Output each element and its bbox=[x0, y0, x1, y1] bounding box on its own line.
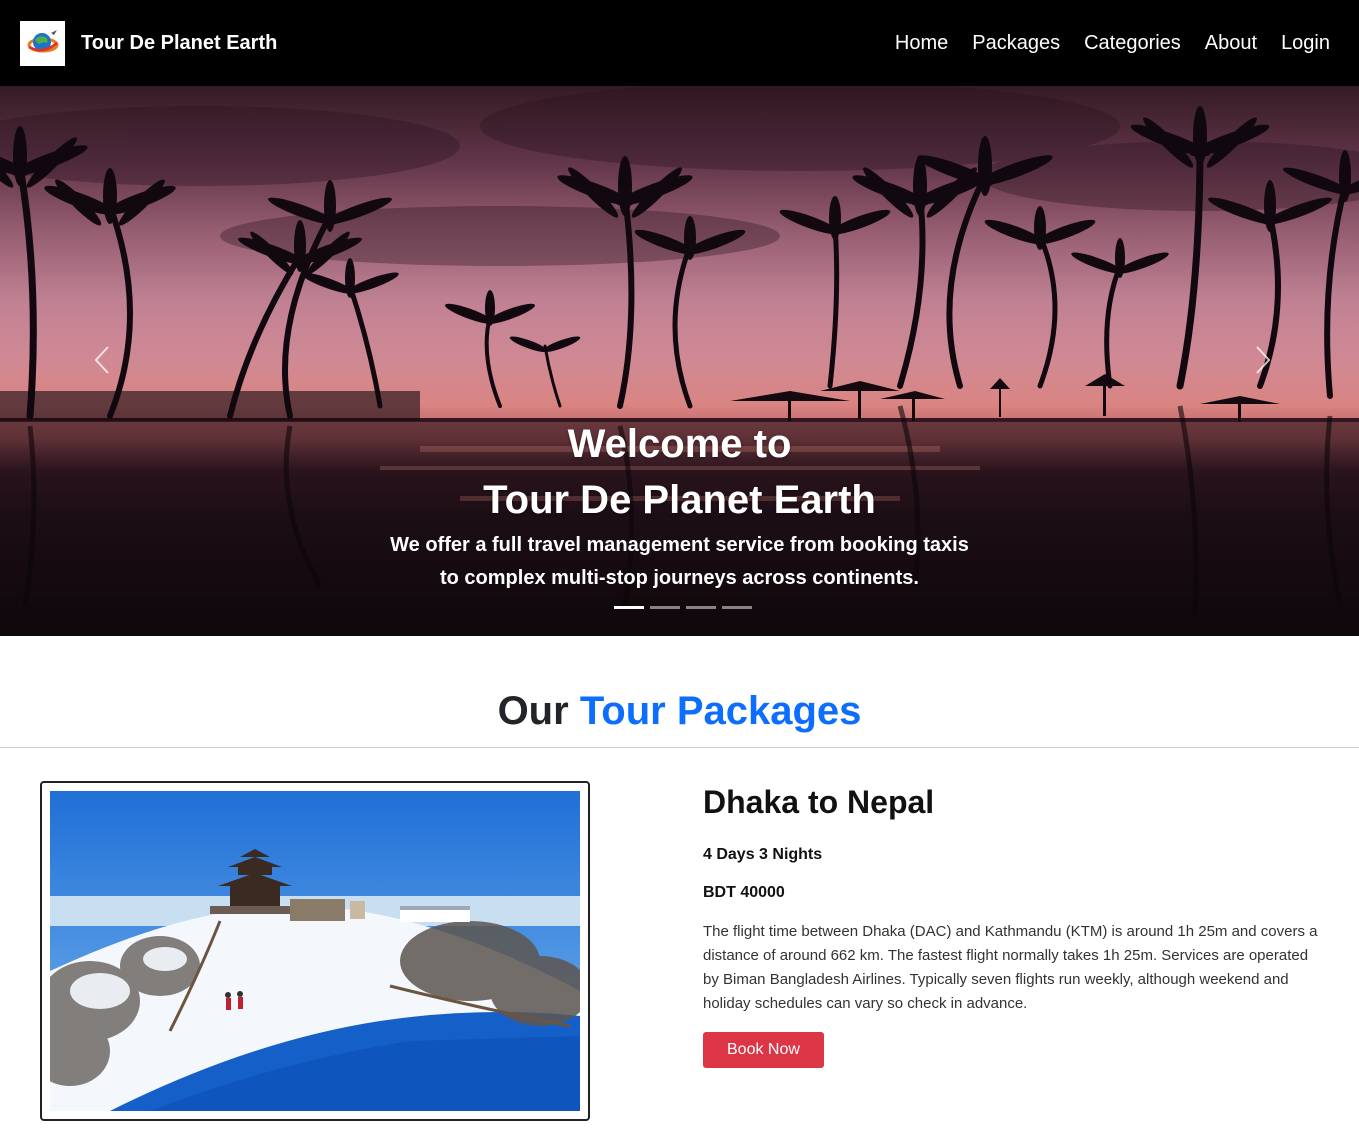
brand-name[interactable]: Tour De Planet Earth bbox=[81, 32, 277, 55]
package-duration: 4 Days 3 Nights bbox=[703, 846, 823, 863]
carousel-indicator-1[interactable] bbox=[614, 606, 644, 609]
package-price: BDT 40000 bbox=[703, 884, 785, 901]
section-title-accent: Tour Packages bbox=[579, 689, 862, 733]
nav-packages-link[interactable]: Packages bbox=[972, 32, 1060, 55]
carousel-indicator-3[interactable] bbox=[686, 606, 716, 609]
nav-login-link[interactable]: Login bbox=[1281, 32, 1330, 55]
section-title-plain: Our bbox=[497, 689, 569, 733]
chevron-left-icon bbox=[94, 346, 109, 374]
globe-logo-icon[interactable] bbox=[20, 20, 65, 66]
hero-title-line1: Welcome to bbox=[567, 422, 792, 466]
carousel-indicator-4[interactable] bbox=[722, 606, 752, 609]
hero-carousel: Welcome to Tour De Planet Earth We offer… bbox=[0, 86, 1359, 636]
package-description: The flight time between Dhaka (DAC) and … bbox=[703, 923, 1318, 1012]
package-title: Dhaka to Nepal bbox=[703, 784, 935, 820]
hero-subtitle-line2: to complex multi-stop journeys across co… bbox=[440, 567, 919, 589]
nav-home-link[interactable]: Home bbox=[895, 32, 948, 55]
carousel-prev-button[interactable] bbox=[82, 336, 122, 384]
package-info: Dhaka to Nepal 4 Days 3 Nights BDT 40000… bbox=[703, 781, 1323, 1068]
nav-links: Home Packages Categories About Login bbox=[895, 32, 1330, 55]
package-image-frame bbox=[40, 781, 590, 1121]
hero-subtitle-line1: We offer a full travel management servic… bbox=[390, 534, 969, 556]
carousel-indicator-2[interactable] bbox=[650, 606, 680, 609]
section-divider bbox=[0, 747, 1359, 748]
chevron-right-icon bbox=[1256, 346, 1271, 374]
navbar: Tour De Planet Earth Home Packages Categ… bbox=[0, 0, 1359, 86]
section-title: Our Tour Packages bbox=[0, 683, 1359, 739]
hero-title-line2: Tour De Planet Earth bbox=[483, 478, 876, 522]
nav-about-link[interactable]: About bbox=[1205, 32, 1257, 55]
nav-categories-link[interactable]: Categories bbox=[1084, 32, 1181, 55]
package-image[interactable] bbox=[50, 791, 580, 1111]
hero-caption: Welcome to Tour De Planet Earth We offer… bbox=[0, 416, 1359, 594]
book-now-button[interactable]: Book Now bbox=[703, 1032, 824, 1068]
carousel-indicators bbox=[614, 606, 752, 609]
brand[interactable]: Tour De Planet Earth bbox=[20, 20, 277, 66]
carousel-next-button[interactable] bbox=[1243, 336, 1283, 384]
